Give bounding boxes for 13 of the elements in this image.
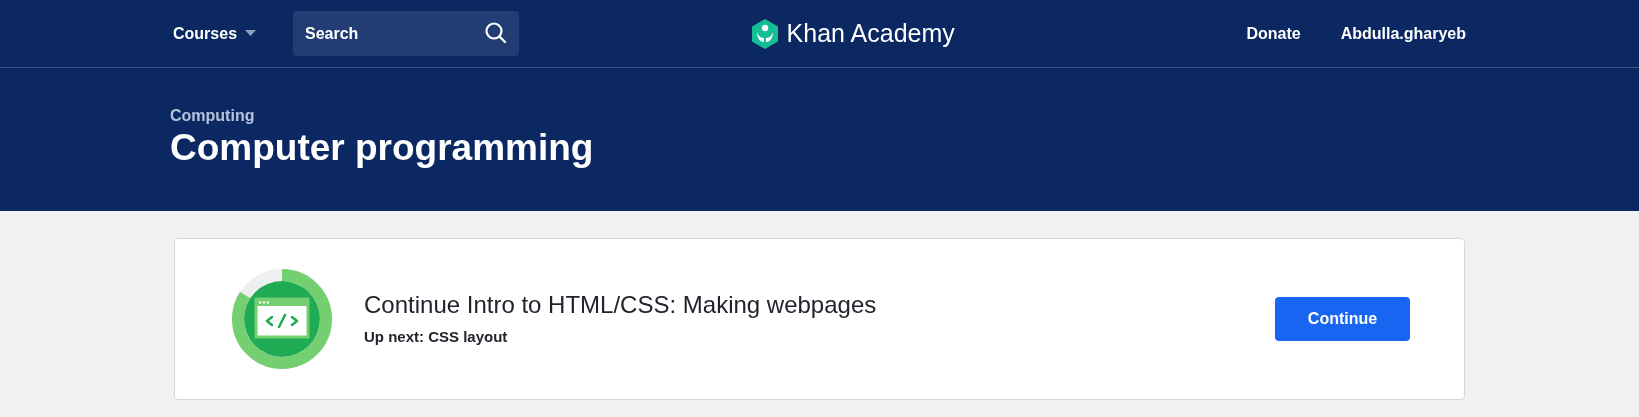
course-title: Continue Intro to HTML/CSS: Making webpages <box>364 289 878 320</box>
search-field[interactable]: Search <box>293 11 519 56</box>
subject-link[interactable]: Computing <box>170 106 1469 126</box>
page-title: Computer programming <box>170 126 595 170</box>
logo-link[interactable]: Khan Academy <box>786 14 955 53</box>
courses-menu[interactable]: Courses <box>173 21 257 46</box>
nav-link[interactable]: Abdulla.gharyeb <box>1340 21 1466 46</box>
search-icon <box>485 22 507 44</box>
continue-button[interactable]: Continue <box>1275 297 1410 341</box>
logo-icon <box>750 18 779 49</box>
up-next-text: Up next: CSS layout <box>364 326 509 347</box>
caret-icon <box>245 30 257 37</box>
nav-link[interactable]: Donate <box>1246 21 1301 46</box>
